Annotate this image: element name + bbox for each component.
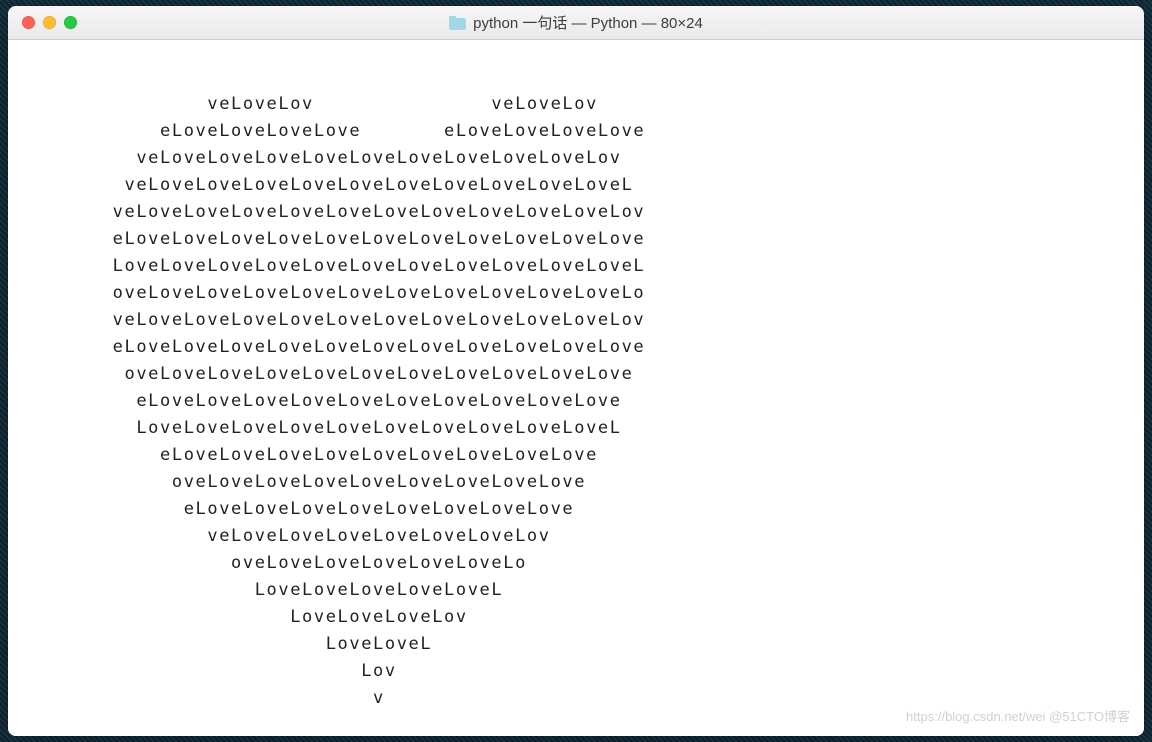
terminal-body[interactable]: veLoveLov veLoveLov eLoveLoveLoveLove eL… bbox=[8, 40, 1144, 736]
terminal-line: LoveLoveLoveLoveLoveLoveLoveLoveLoveLove… bbox=[18, 256, 645, 276]
terminal-line: veLoveLoveLoveLoveLoveLoveLov bbox=[18, 526, 551, 546]
terminal-line: oveLoveLoveLoveLoveLoveLoveLoveLove bbox=[18, 472, 586, 492]
folder-icon bbox=[449, 16, 466, 30]
close-icon[interactable] bbox=[22, 16, 35, 29]
terminal-line: eLoveLoveLoveLoveLoveLoveLoveLove bbox=[18, 499, 574, 519]
window-title-text: python 一句话 — Python — 80×24 bbox=[473, 12, 703, 33]
terminal-line: veLoveLov veLoveLov bbox=[18, 94, 598, 114]
terminal-line: eLoveLoveLoveLoveLoveLoveLoveLoveLoveLov… bbox=[18, 337, 645, 357]
zoom-icon[interactable] bbox=[64, 16, 77, 29]
terminal-line: LoveLoveL bbox=[18, 634, 432, 654]
traffic-lights bbox=[8, 16, 77, 29]
terminal-line: oveLoveLoveLoveLoveLoveLoveLoveLoveLoveL… bbox=[18, 364, 633, 384]
terminal-line: v bbox=[18, 688, 385, 708]
terminal-line: oveLoveLoveLoveLoveLoveLo bbox=[18, 553, 527, 573]
minimize-icon[interactable] bbox=[43, 16, 56, 29]
terminal-line: oveLoveLoveLoveLoveLoveLoveLoveLoveLoveL… bbox=[18, 283, 645, 303]
terminal-line: veLoveLoveLoveLoveLoveLoveLoveLoveLoveLo… bbox=[18, 202, 645, 222]
terminal-line: eLoveLoveLoveLoveLoveLoveLoveLoveLoveLov… bbox=[18, 229, 645, 249]
watermark: https://blog.csdn.net/wei @51CTO博客 bbox=[906, 703, 1130, 730]
terminal-window: python 一句话 — Python — 80×24 veLoveLov ve… bbox=[8, 6, 1144, 736]
terminal-line: LoveLoveLoveLoveLoveLoveLoveLoveLoveLove… bbox=[18, 418, 622, 438]
terminal-line: eLoveLoveLoveLoveLoveLoveLoveLoveLove bbox=[18, 445, 598, 465]
terminal-line: veLoveLoveLoveLoveLoveLoveLoveLoveLoveLo… bbox=[18, 175, 633, 195]
window-title: python 一句话 — Python — 80×24 bbox=[8, 12, 1144, 33]
terminal-line: veLoveLoveLoveLoveLoveLoveLoveLoveLoveLo… bbox=[18, 310, 645, 330]
terminal-line: LoveLoveLoveLoveLoveL bbox=[18, 580, 503, 600]
terminal-line: Lov bbox=[18, 661, 397, 681]
titlebar[interactable]: python 一句话 — Python — 80×24 bbox=[8, 6, 1144, 40]
terminal-line: veLoveLoveLoveLoveLoveLoveLoveLoveLoveLo… bbox=[18, 148, 622, 168]
terminal-line: eLoveLoveLoveLoveLoveLoveLoveLoveLoveLov… bbox=[18, 391, 622, 411]
terminal-line: LoveLoveLoveLov bbox=[18, 607, 468, 627]
terminal-line: eLoveLoveLoveLove eLoveLoveLoveLove bbox=[18, 121, 645, 141]
